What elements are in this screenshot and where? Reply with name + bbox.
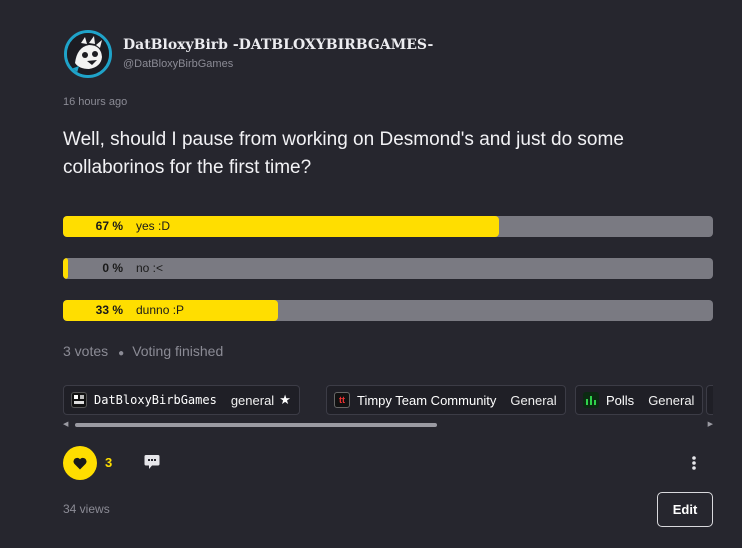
- timpy-community-icon: tt: [334, 392, 350, 408]
- separator-dot: ●: [118, 348, 125, 359]
- poll-option-fill: [63, 216, 499, 237]
- poll-option-label: no :<: [136, 261, 164, 275]
- comment-icon[interactable]: [143, 453, 161, 471]
- author-avatar[interactable]: [64, 30, 112, 78]
- view-count: 34 views: [63, 502, 110, 516]
- community-chips: DatBloxyBirbGames general ★ tt Timpy Tea…: [63, 385, 713, 415]
- poll-option-no[interactable]: 0 % no :<: [63, 258, 713, 279]
- poll-option-label: yes :D: [136, 219, 171, 233]
- poll-option-percent: 67 %: [95, 219, 123, 233]
- scroll-left-icon[interactable]: ◀: [63, 421, 68, 429]
- post-timestamp: 16 hours ago: [63, 96, 128, 108]
- heart-icon: [73, 457, 87, 469]
- polls-community-icon: [583, 392, 599, 408]
- like-count: 3: [105, 455, 113, 470]
- community-channel: General: [648, 392, 695, 408]
- community-name: Timpy Team Community: [357, 392, 497, 408]
- edit-button[interactable]: Edit: [657, 492, 713, 527]
- author-name[interactable]: DatBloxyBirb -DATBLOXYBIRBGAMES-: [123, 37, 433, 53]
- community-chip-overflow[interactable]: [706, 385, 713, 415]
- community-name: Polls: [606, 392, 635, 408]
- poll-option-percent: 0 %: [102, 261, 123, 275]
- community-chip-timpy[interactable]: tt Timpy Team Community General: [326, 385, 566, 415]
- author-handle: @DatBloxyBirbGames: [123, 58, 234, 70]
- poll-question: Well, should I pause from working on Des…: [63, 129, 624, 178]
- community-channel: general: [230, 392, 275, 408]
- poll-status: Voting finished: [132, 343, 224, 359]
- community-name: DatBloxyBirbGames: [94, 393, 217, 407]
- community-chip-datbloxybirbgames[interactable]: DatBloxyBirbGames general ★: [63, 385, 300, 415]
- poll-option-percent: 33 %: [95, 303, 123, 317]
- community-channel: General: [510, 392, 557, 408]
- community-chip-polls[interactable]: Polls General: [575, 385, 704, 415]
- poll-option-label: dunno :P: [136, 303, 185, 317]
- star-icon: ★: [279, 392, 291, 407]
- poll-option-dunno[interactable]: 33 % dunno :P: [63, 300, 713, 321]
- bird-avatar-icon: [67, 33, 109, 75]
- more-vertical-icon[interactable]: [689, 454, 699, 472]
- scroll-right-icon[interactable]: ▶: [708, 421, 713, 429]
- scrollbar-thumb[interactable]: [75, 423, 437, 427]
- poll-option-yes[interactable]: 67 % yes :D: [63, 216, 713, 237]
- like-button[interactable]: [63, 446, 97, 480]
- vote-count: 3 votes: [63, 343, 109, 359]
- chips-scrollbar[interactable]: ◀ ▶: [63, 421, 713, 429]
- poll-meta: 3 votes ● Voting finished: [63, 343, 223, 359]
- dbb-community-icon: [71, 392, 87, 408]
